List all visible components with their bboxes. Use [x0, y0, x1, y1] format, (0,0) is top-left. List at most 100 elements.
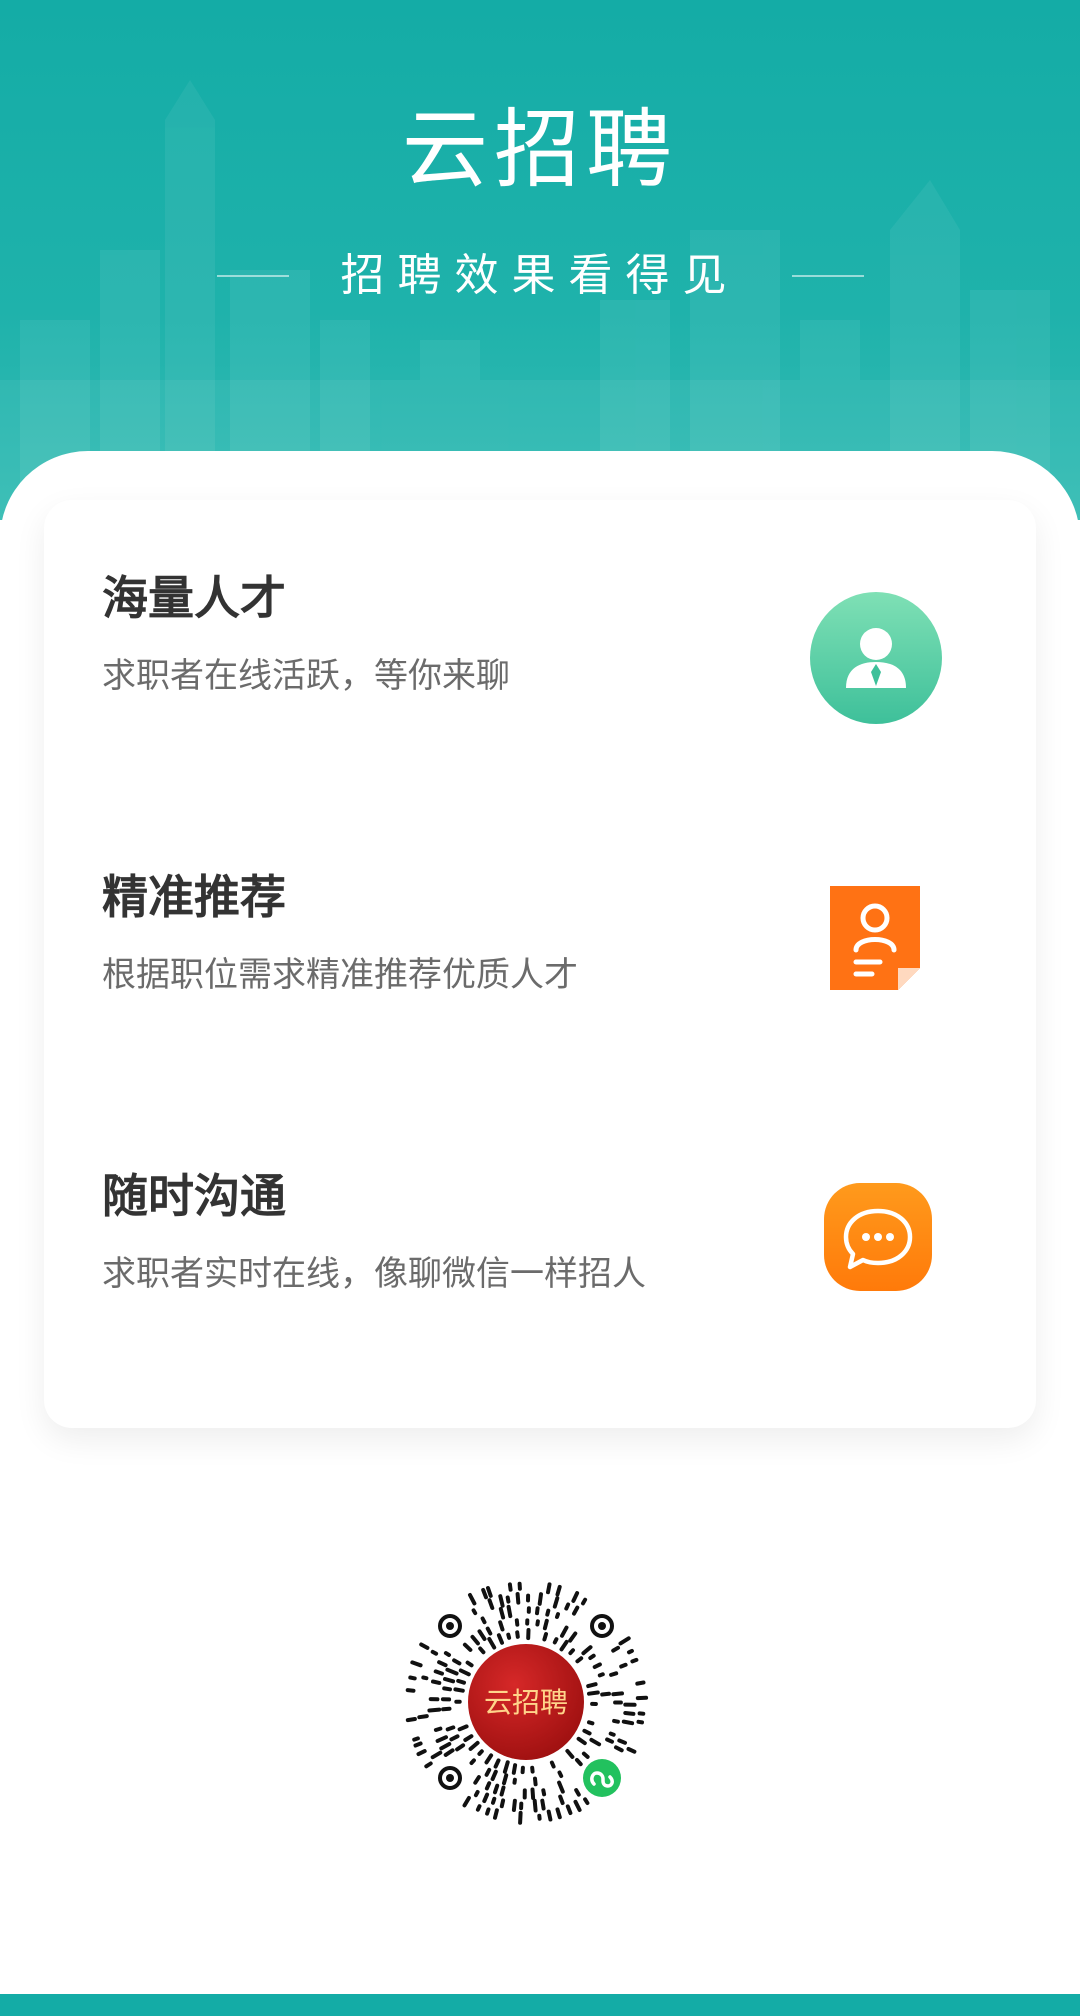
qr-code-ray: [588, 1653, 596, 1660]
qr-code-ray: [586, 1682, 598, 1689]
qr-code-ray: [417, 1714, 429, 1720]
qr-code-ray: [470, 1634, 480, 1646]
qr-code-ray: [485, 1626, 493, 1636]
qr-code-ray: [485, 1807, 491, 1816]
qr-code-ray: [518, 1810, 523, 1825]
qr-code-ray: [435, 1735, 448, 1743]
qr-code-ray: [455, 1743, 466, 1752]
qr-code-ray: [496, 1633, 504, 1645]
qr-code-ray: [587, 1690, 600, 1696]
qr-center-logo-text: 云招聘: [484, 1686, 568, 1719]
qr-code-ray: [507, 1582, 513, 1592]
qr-code-ray: [542, 1632, 548, 1642]
qr-code-ray: [575, 1656, 584, 1664]
qr-code-ray: [515, 1592, 521, 1605]
qr-code-ray: [484, 1767, 492, 1777]
qr-code-ray: [515, 1630, 520, 1639]
qr-code-ray: [506, 1604, 513, 1619]
qr-code-ray: [445, 1725, 456, 1732]
qr-code-ray: [600, 1691, 611, 1697]
qr-code-ray: [473, 1775, 481, 1785]
talent-user-icon: [810, 592, 942, 724]
qr-code-ray: [493, 1808, 499, 1820]
qr-code-ray: [437, 1660, 448, 1668]
qr-code-ray: [498, 1594, 505, 1608]
qr-code-ray: [559, 1639, 569, 1652]
qr-code-ray: [421, 1675, 429, 1681]
qr-code-ray: [443, 1677, 456, 1684]
qr-code-ray: [443, 1651, 451, 1657]
qr-code-ray: [557, 1780, 565, 1794]
qr-code-ray: [449, 1734, 460, 1742]
qr-code-ray: [502, 1760, 510, 1774]
chat-bubble-icon: [824, 1183, 932, 1291]
qr-code-ray: [490, 1769, 498, 1782]
qr-code-ray: [433, 1726, 443, 1732]
qr-code-ray: [533, 1776, 538, 1787]
qr-code-ray: [433, 1669, 444, 1676]
qr-code-ray: [431, 1679, 442, 1685]
qr-code-ray: [592, 1662, 602, 1669]
qr-code-ray: [412, 1736, 420, 1742]
qr-code-ray: [487, 1598, 495, 1610]
qr-code-ray: [623, 1711, 636, 1716]
qr-code-ray: [413, 1741, 423, 1748]
qr-code-ray: [405, 1717, 417, 1723]
mini-program-qr-code: 云招聘: [398, 1574, 654, 1834]
qr-code-ray: [430, 1750, 443, 1760]
qr-code-ray: [589, 1737, 602, 1747]
qr-code-ray: [463, 1734, 474, 1742]
qr-code-ray: [458, 1668, 471, 1677]
qr-code-ray: [612, 1718, 620, 1724]
qr-code-ray: [568, 1631, 578, 1643]
qr-code-ray: [443, 1748, 455, 1757]
qr-code-ray: [532, 1798, 538, 1813]
feature-description: 求职者实时在线，像聊微信一样招人: [102, 1254, 646, 1294]
qr-code-ray: [541, 1788, 547, 1797]
qr-code-ray: [480, 1616, 487, 1625]
qr-code-ray: [555, 1807, 562, 1820]
mini-program-icon: [580, 1756, 624, 1800]
qr-code-ray: [439, 1742, 452, 1751]
qr-code-ray: [441, 1706, 452, 1712]
qr-code-ray: [555, 1612, 560, 1619]
slogan-right-divider: [791, 275, 864, 277]
qr-code-ray: [498, 1620, 505, 1632]
qr-code-ray: [493, 1758, 501, 1769]
qr-code-ray: [557, 1770, 564, 1778]
qr-code-ray: [502, 1773, 509, 1786]
qr-code-ray: [545, 1608, 551, 1617]
qr-code-ray: [477, 1749, 484, 1756]
feature-title: 随时沟通: [102, 1169, 286, 1223]
qr-code-ray: [574, 1788, 581, 1797]
qr-code-ray: [505, 1595, 511, 1604]
qr-code-ray: [540, 1798, 546, 1811]
qr-code-ray: [419, 1642, 430, 1650]
bottom-bar: [0, 1994, 1080, 2016]
qr-code-ray: [478, 1646, 486, 1655]
qr-code-ray: [552, 1637, 559, 1645]
qr-code-ray: [575, 1758, 583, 1767]
qr-code-ray: [555, 1584, 562, 1597]
qr-code-ray: [608, 1731, 616, 1737]
qr-code-ray: [583, 1797, 590, 1805]
qr-code-ray: [471, 1608, 478, 1616]
qr-code-ray: [609, 1671, 619, 1677]
qr-code-ray: [416, 1749, 427, 1757]
qr-code-ray: [581, 1645, 593, 1656]
qr-code-ray: [614, 1745, 624, 1753]
qr-code-ray: [568, 1648, 575, 1656]
qr-code-ray: [475, 1804, 482, 1812]
qr-code-ray: [635, 1680, 646, 1686]
qr-code-ray: [560, 1625, 569, 1638]
qr-code-ray: [498, 1606, 506, 1620]
feature-description: 根据职位需求精准推荐优质人才: [102, 955, 578, 995]
feature-title: 海量人才: [102, 571, 286, 625]
qr-code-ray: [581, 1597, 588, 1606]
qr-code-ray: [530, 1787, 536, 1800]
qr-code-ray: [465, 1660, 474, 1668]
qr-code-ray: [618, 1636, 631, 1646]
qr-code-ray: [535, 1606, 540, 1616]
resume-document-icon: [830, 886, 920, 990]
qr-code-ray: [487, 1637, 497, 1650]
